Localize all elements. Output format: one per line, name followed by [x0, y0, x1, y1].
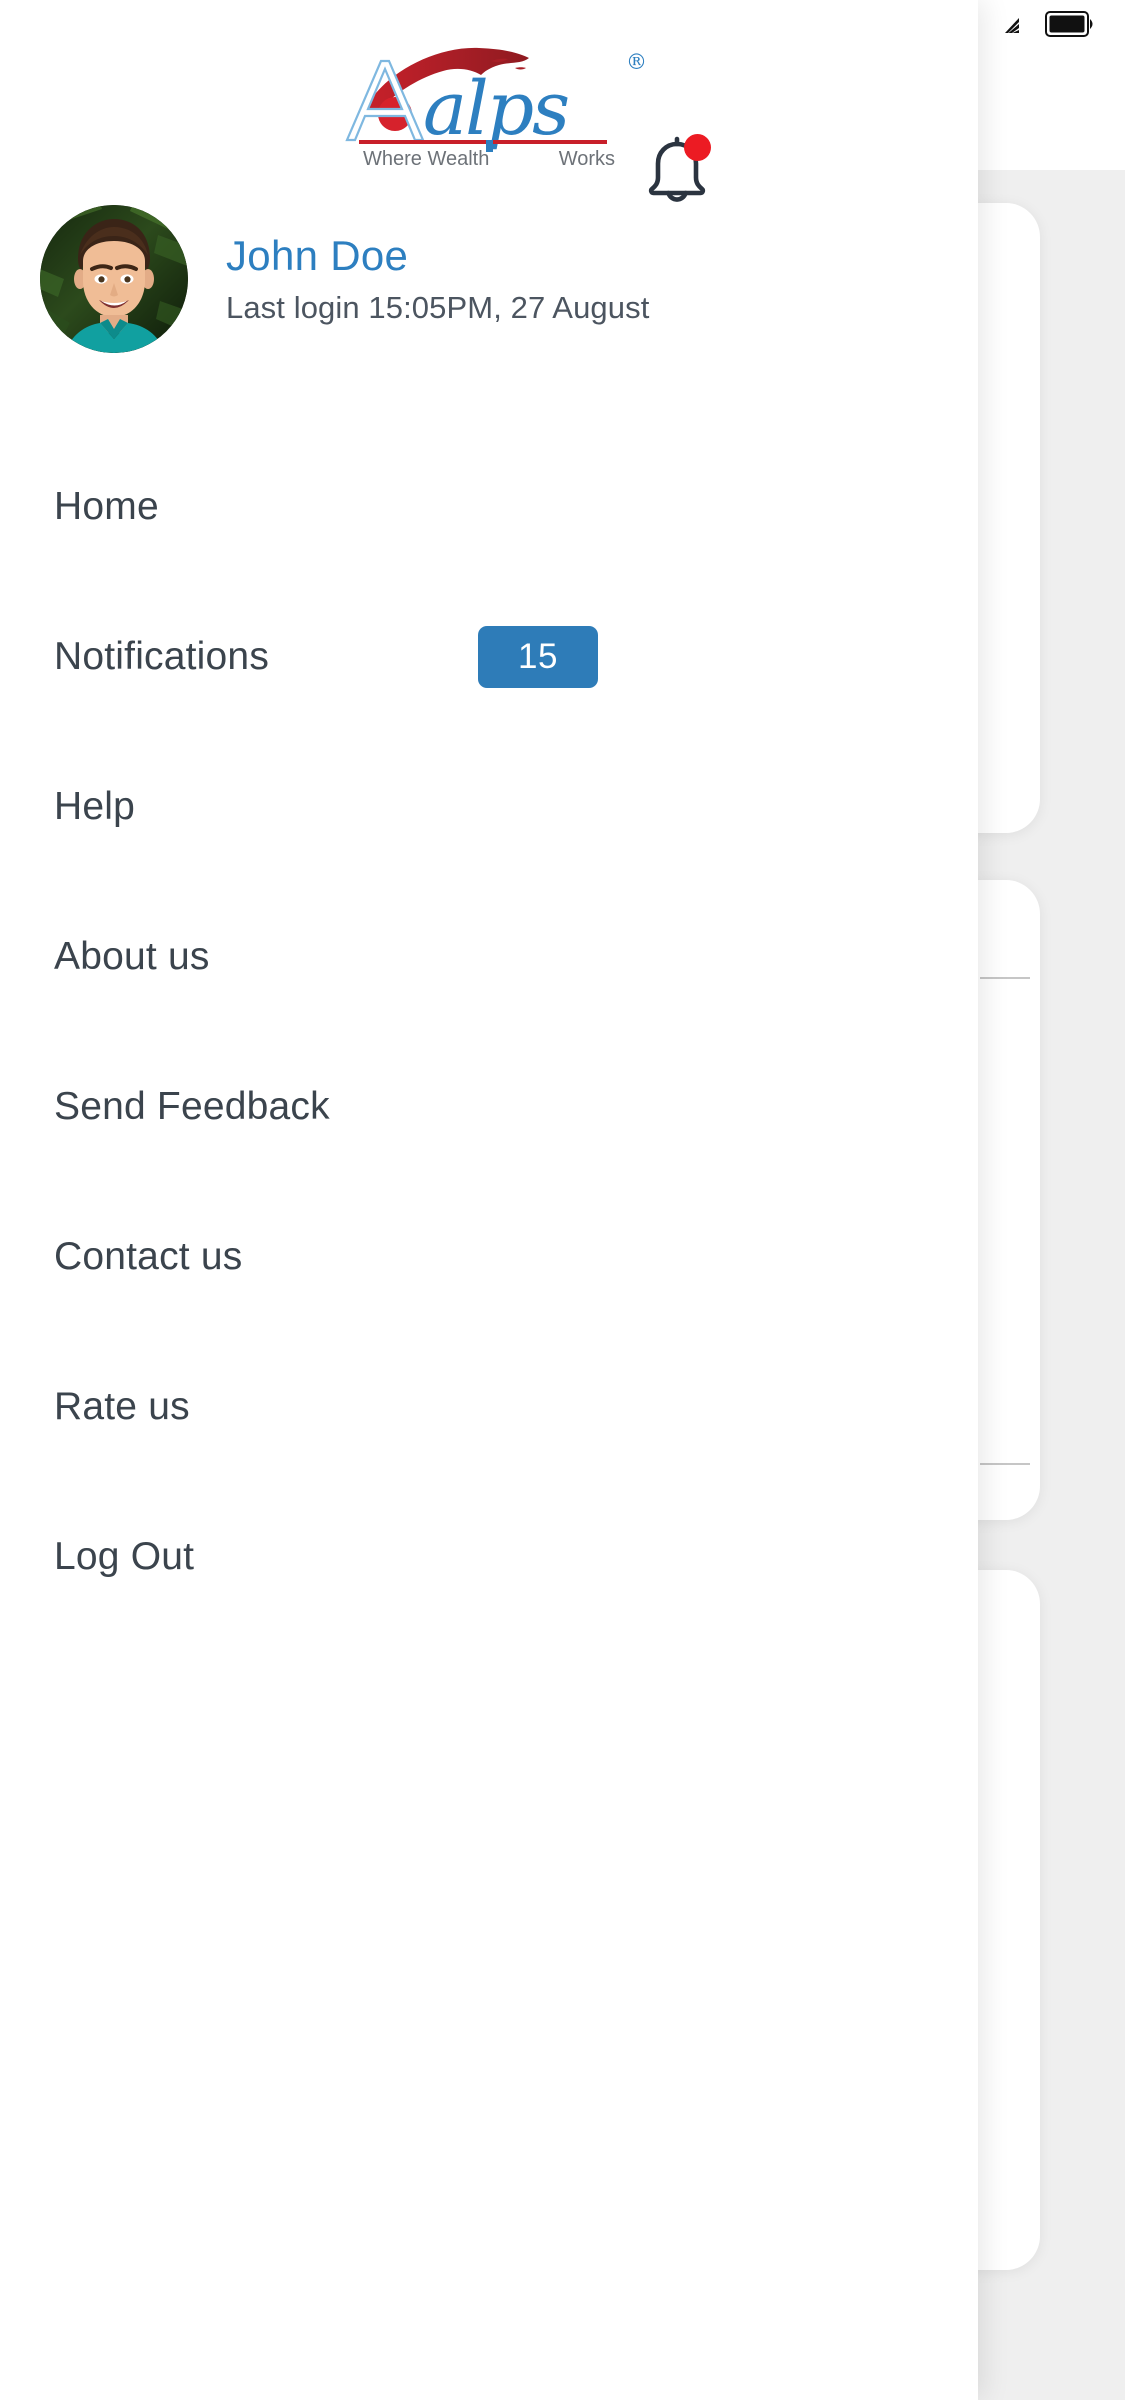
background-divider [980, 1463, 1030, 1465]
menu-item-help[interactable]: Help [0, 732, 978, 882]
registered-trademark-symbol: ® [626, 50, 647, 74]
app-screen: ) [0, 0, 1125, 2400]
menu-item-label: Send Feedback [54, 1085, 330, 1128]
drawer-menu-list: Home Notifications 15 Help About us Send… [0, 432, 978, 1632]
menu-item-send-feedback[interactable]: Send Feedback [0, 1032, 978, 1182]
battery-full-icon [1045, 10, 1097, 42]
wifi-icon [999, 9, 1029, 43]
menu-item-log-out[interactable]: Log Out [0, 1482, 978, 1632]
profile-text-block: John Doe Last login 15:05PM, 27 August [226, 232, 649, 325]
profile-last-login: Last login 15:05PM, 27 August [226, 289, 650, 325]
svg-text:alps: alps [423, 66, 568, 152]
profile-name: John Doe [226, 232, 409, 280]
notification-bell-button[interactable] [637, 130, 717, 216]
menu-item-label: Home [54, 485, 159, 528]
menu-item-label: Contact us [54, 1235, 243, 1278]
brand-logo-mark: alps ® [339, 42, 647, 165]
aalps-logo-icon: alps [345, 47, 607, 165]
notification-unread-dot [684, 134, 711, 161]
user-avatar-photo [40, 205, 188, 353]
menu-item-rate-us[interactable]: Rate us [0, 1332, 978, 1482]
menu-item-notifications[interactable]: Notifications 15 [0, 582, 978, 732]
drawer-profile-header[interactable]: John Doe Last login 15:05PM, 27 August [40, 205, 649, 353]
menu-item-label: About us [54, 935, 210, 978]
navigation-drawer: alps ® Where Wealth Works John Doe Last … [0, 0, 978, 2400]
menu-item-about-us[interactable]: About us [0, 882, 978, 1032]
menu-item-home[interactable]: Home [0, 432, 978, 582]
background-divider [980, 977, 1030, 979]
menu-item-contact-us[interactable]: Contact us [0, 1182, 978, 1332]
status-bar [0, 0, 1125, 52]
menu-item-label: Log Out [54, 1535, 195, 1578]
notifications-count-badge[interactable]: 15 [478, 626, 598, 688]
avatar[interactable] [40, 205, 188, 353]
menu-item-label: Help [54, 785, 136, 828]
menu-item-label: Notifications [54, 635, 270, 678]
brand-logo: alps ® Where Wealth Works [0, 42, 978, 171]
menu-item-label: Rate us [54, 1385, 190, 1428]
